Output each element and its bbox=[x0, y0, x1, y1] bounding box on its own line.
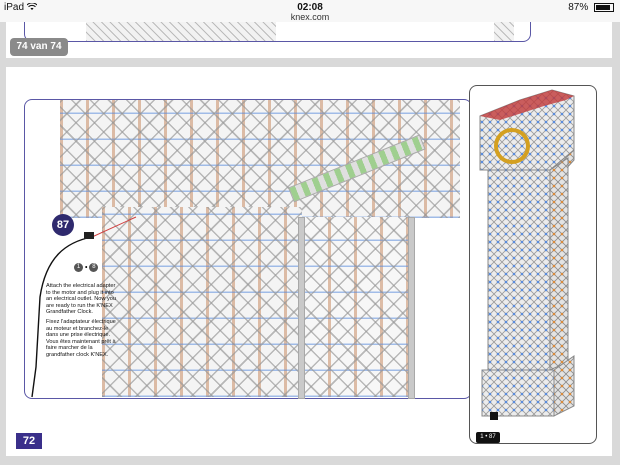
instruction-english: Attach the electrical adapter to the mot… bbox=[46, 283, 116, 316]
step-number-badge: 87 bbox=[52, 214, 74, 236]
clock-step-icon: 87 bbox=[489, 434, 496, 440]
page-counter: 74 van 74 bbox=[10, 38, 68, 56]
instruction-french: Fixez l'adaptateur électrique au moteur … bbox=[46, 318, 116, 358]
battery-status: 87% bbox=[568, 2, 614, 13]
part-icon: 1 bbox=[74, 263, 83, 272]
status-bar: iPad 02:08 knex.com 87% bbox=[0, 0, 620, 22]
parts-indicator: 1 • 8 bbox=[74, 263, 99, 272]
previous-page-illustration-right bbox=[494, 22, 514, 41]
battery-icon bbox=[594, 2, 614, 12]
clock-overview-panel bbox=[469, 85, 597, 444]
instruction-text: Attach the electrical adapter to the mot… bbox=[46, 283, 120, 362]
clock-parts-indicator: 1 • 87 bbox=[476, 432, 500, 443]
clock-part-icon: 1 bbox=[480, 434, 484, 440]
url-label[interactable]: knex.com bbox=[0, 12, 620, 22]
battery-fill bbox=[596, 4, 610, 10]
previous-page-illustration bbox=[86, 22, 276, 41]
document-page: 87 1 • 8 Attach the electrical adapter t… bbox=[6, 67, 612, 456]
separator-icon: • bbox=[84, 264, 88, 272]
separator-icon: • bbox=[485, 434, 488, 440]
grandfather-clock-illustration bbox=[479, 89, 575, 420]
battery-percent: 87% bbox=[568, 2, 589, 13]
part-icon: 8 bbox=[89, 263, 99, 272]
previous-page-fragment bbox=[6, 22, 612, 58]
page-number-badge: 72 bbox=[16, 433, 42, 449]
